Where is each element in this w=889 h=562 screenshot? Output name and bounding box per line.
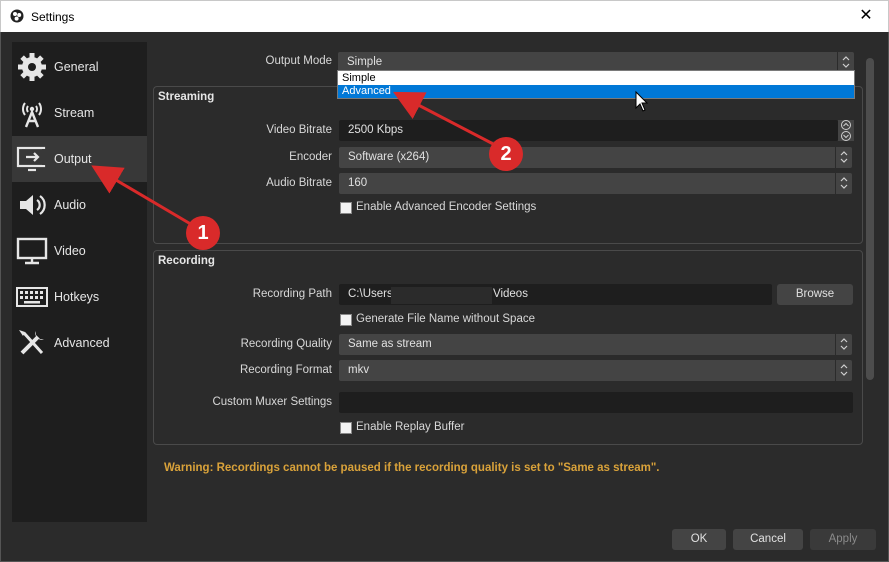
encoder-label: Encoder bbox=[289, 151, 332, 163]
cancel-button[interactable]: Cancel bbox=[733, 529, 803, 550]
streaming-title: Streaming bbox=[158, 91, 215, 103]
sidebar-item-hotkeys[interactable]: Hotkeys bbox=[12, 274, 147, 320]
audio-bitrate-label: Audio Bitrate bbox=[266, 177, 332, 189]
recording-format-value: mkv bbox=[348, 364, 370, 376]
sidebar-item-stream[interactable]: Stream bbox=[12, 90, 147, 136]
gear-icon bbox=[18, 53, 46, 81]
audio-bitrate-select[interactable]: 160 bbox=[339, 173, 852, 194]
redacted-username bbox=[391, 287, 492, 304]
custom-muxer-input[interactable] bbox=[339, 392, 853, 413]
sidebar-item-label: Hotkeys bbox=[54, 290, 100, 304]
video-bitrate-label: Video Bitrate bbox=[266, 124, 332, 136]
sidebar-item-audio[interactable]: Audio bbox=[12, 182, 147, 228]
annotation-badge-1: 1 bbox=[186, 216, 220, 250]
sidebar-item-label: General bbox=[54, 60, 99, 74]
recording-title: Recording bbox=[158, 255, 215, 267]
recording-path-suffix: Videos bbox=[493, 288, 528, 300]
recording-format-select[interactable]: mkv bbox=[339, 360, 852, 381]
updown-chevron-icon bbox=[835, 147, 852, 168]
recording-path-label: Recording Path bbox=[252, 288, 332, 300]
custom-muxer-label: Custom Muxer Settings bbox=[212, 396, 332, 408]
window-title: Settings bbox=[31, 10, 75, 24]
encoder-select[interactable]: Software (x264) bbox=[339, 147, 852, 168]
replay-buffer-checkbox[interactable] bbox=[340, 422, 352, 434]
output-mode-dropdown: Simple Advanced bbox=[337, 70, 855, 99]
apply-button[interactable]: Apply bbox=[810, 529, 876, 550]
output-mode-label: Output Mode bbox=[265, 55, 332, 67]
speaker-icon bbox=[20, 195, 46, 215]
sidebar-item-advanced[interactable]: Advanced bbox=[12, 320, 147, 366]
warning-text: Warning: Recordings cannot be paused if … bbox=[164, 462, 660, 474]
sidebar-item-label: Stream bbox=[54, 106, 95, 120]
sidebar-item-output[interactable]: Output bbox=[12, 136, 147, 182]
dropdown-option-simple[interactable]: Simple bbox=[338, 72, 854, 85]
browse-button[interactable]: Browse bbox=[777, 284, 853, 305]
broadcast-icon bbox=[22, 102, 42, 128]
recording-quality-select[interactable]: Same as stream bbox=[339, 334, 852, 355]
updown-chevron-icon bbox=[835, 334, 852, 355]
title-bar: Settings ✕ bbox=[0, 0, 889, 32]
sidebar-item-general[interactable]: General bbox=[12, 44, 147, 90]
close-button[interactable]: ✕ bbox=[844, 1, 888, 33]
annotation-badge-2: 2 bbox=[489, 137, 523, 171]
sidebar-item-label: Output bbox=[54, 152, 92, 166]
sidebar-item-label: Advanced bbox=[54, 336, 110, 350]
audio-bitrate-value: 160 bbox=[348, 177, 368, 189]
no-space-label: Generate File Name without Space bbox=[356, 313, 535, 325]
video-bitrate-spinner[interactable] bbox=[838, 120, 854, 141]
monitor-icon bbox=[16, 237, 48, 265]
replay-buffer-label: Enable Replay Buffer bbox=[356, 421, 465, 433]
output-icon bbox=[16, 146, 46, 172]
ok-button[interactable]: OK bbox=[672, 529, 726, 550]
encoder-value: Software (x264) bbox=[348, 151, 430, 163]
updown-chevron-icon bbox=[835, 360, 852, 381]
sidebar-item-label: Video bbox=[54, 244, 86, 258]
dropdown-option-advanced[interactable]: Advanced bbox=[338, 85, 854, 98]
spinner-arrows-icon bbox=[841, 120, 851, 141]
video-bitrate-input[interactable]: 2500 Kbps bbox=[339, 120, 838, 141]
recording-path-prefix: C:\Users bbox=[348, 288, 393, 300]
recording-quality-label: Recording Quality bbox=[240, 338, 332, 350]
scrollbar-thumb[interactable] bbox=[866, 58, 874, 380]
video-bitrate-value: 2500 Kbps bbox=[348, 124, 403, 136]
obs-logo-icon bbox=[10, 9, 24, 23]
keyboard-icon bbox=[16, 287, 48, 307]
sidebar-item-video[interactable]: Video bbox=[12, 228, 147, 274]
recording-quality-value: Same as stream bbox=[348, 338, 432, 350]
advanced-encoder-label: Enable Advanced Encoder Settings bbox=[356, 201, 537, 213]
output-mode-value: Simple bbox=[347, 56, 383, 68]
sidebar: General Stream Output Audio Video Hotkey… bbox=[12, 42, 147, 522]
tools-icon bbox=[19, 330, 44, 355]
sidebar-item-label: Audio bbox=[54, 198, 86, 212]
no-space-checkbox[interactable] bbox=[340, 314, 352, 326]
advanced-encoder-checkbox[interactable] bbox=[340, 202, 352, 214]
updown-chevron-icon bbox=[835, 173, 852, 194]
recording-format-label: Recording Format bbox=[239, 364, 332, 376]
